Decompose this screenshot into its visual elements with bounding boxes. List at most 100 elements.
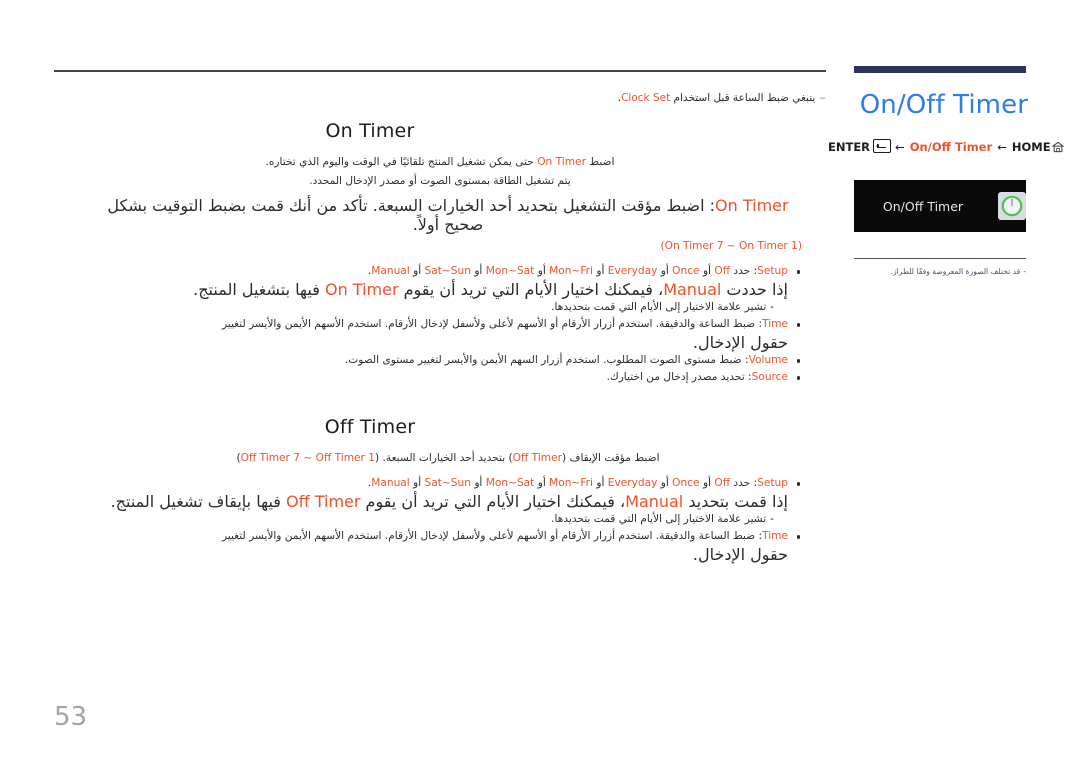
on-timer-para-term: On Timer [537, 156, 586, 168]
off-timer-bullet-setup: Setup: حدد Off أو Once أو Everyday أو Mo… [94, 475, 802, 492]
off-timer-range: Off Timer 7 ~ Off Timer 1 [240, 452, 376, 464]
on-timer-setup-sub-dash: - [770, 301, 774, 313]
osd-note-text: قد تختلف الصورة المعروضة وفقًا للطراز. [890, 267, 1021, 276]
on-timer-volume-term: Volume [748, 354, 788, 366]
off-timer-block: اضبط مؤقت الإيقاف (Off Timer) بتحديد أحد… [54, 450, 826, 564]
on-timer-source-term: Source [751, 371, 788, 383]
intro-note-before: ينبغي ضبط الساعة قبل استخدام [670, 92, 816, 104]
on-timer-source-text: : تحديد مصدر إدخال من اختيارك. [606, 371, 752, 383]
enter-key-icon [873, 139, 892, 153]
off-timer-setup-options-separator: أو [699, 477, 715, 489]
off-timer-setup-term: Setup [757, 477, 788, 489]
on-timer-setup-continuation: إذا حددت Manual، فيمكنك اختيار الأيام ال… [94, 280, 802, 299]
on-timer-time-line2: حقول الإدخال. [692, 333, 788, 352]
off-timer-setup-options-option: Once [672, 477, 700, 489]
on-timer-paragraph-1: اضبط On Timer حتى يمكن تشغيل المنتج تلقا… [54, 154, 826, 171]
on-timer-setup-cont-after: فيها بتشغيل المنتج. [193, 280, 325, 299]
on-timer-setup-options-separator: أو [534, 265, 550, 277]
off-timer-setup-cont-before: إذا قمت بتحديد [683, 492, 788, 511]
on-timer-setup-subbullet: -تشير علامة الاختيار إلى الأيام التي قمت… [94, 299, 802, 316]
off-timer-setup-options: Off أو Once أو Everyday أو Mon~Fri أو Mo… [371, 477, 730, 489]
on-timer-setup-sub-text: تشير علامة الاختيار إلى الأيام التي قمت … [551, 301, 767, 313]
on-timer-setup-options-option: Everyday [607, 265, 658, 277]
on-timer-setup-cont-term: Manual [663, 280, 722, 299]
power-timer-icon [998, 192, 1026, 220]
off-timer-setup-options-option: Everyday [607, 477, 658, 489]
breadcrumb: ENTER ← On/Off Timer ← HOME [828, 139, 1064, 154]
on-timer-setup-options-option: Sat~Sun [424, 265, 471, 277]
off-timer-setup-options-separator: أو [409, 477, 425, 489]
osd-divider [854, 258, 1026, 259]
off-timer-setup-continuation: إذا قمت بتحديد Manual، فيمكنك اختيار الأ… [94, 492, 802, 511]
home-icon [1051, 141, 1065, 153]
off-timer-time-term: Time [762, 530, 788, 542]
breadcrumb-current[interactable]: On/Off Timer [910, 140, 993, 154]
off-timer-setup-options-option: Sat~Sun [424, 477, 471, 489]
on-timer-time-text: : ضبط الساعة والدقيقة. استخدم أزرار الأر… [221, 318, 763, 330]
on-timer-setup-options-option: Once [672, 265, 700, 277]
on-timer-setup-options-separator: أو [657, 265, 673, 277]
main-content: ‒ينبغي ضبط الساعة قبل استخدام Clock Set.… [54, 90, 826, 564]
osd-note: -قد تختلف الصورة المعروضة وفقًا للطراز. [854, 266, 1026, 278]
off-timer-setup-options-option: Off [714, 477, 731, 489]
on-timer-setup-lead-text: : اضبط مؤقت التشغيل بتحديد أحد الخيارات … [107, 196, 716, 234]
intro-note-dash: ‒ [819, 92, 826, 104]
off-timer-setup-cont-term: Manual [625, 492, 684, 511]
off-timer-time-text: : ضبط الساعة والدقيقة. استخدم أزرار الأر… [221, 530, 763, 542]
right-column: On/Off Timer ENTER ← On/Off Timer ← HOME [828, 90, 1064, 154]
off-timer-setup-options-option: Mon~Fri [549, 477, 593, 489]
intro-note-term: Clock Set [621, 92, 671, 104]
on-timer-setup-cont-before: إذا حددت [721, 280, 788, 299]
on-timer-heading: On Timer [325, 120, 415, 142]
off-timer-setup-options-option: Manual [371, 477, 410, 489]
off-timer-lead-term: Off Timer [512, 452, 562, 464]
on-timer-para-before: اضبط [585, 156, 615, 168]
on-timer-setup-options-separator: أو [699, 265, 715, 277]
off-timer-setup-subbullet: -تشير علامة الاختيار إلى الأيام التي قمت… [94, 511, 802, 528]
breadcrumb-home-label: HOME [1011, 140, 1051, 154]
on-timer-paragraph-2: يتم تشغيل الطاقة بمستوى الصوت أو مصدر ال… [309, 175, 571, 187]
off-timer-setup-sub-dash: - [770, 513, 774, 525]
page-title: On/Off Timer [859, 90, 1028, 120]
osd-note-dash: - [1023, 267, 1026, 276]
header-rule-left [54, 70, 826, 72]
on-timer-volume-text: : ضبط مستوى الصوت المطلوب. استخدم أزرار … [344, 354, 749, 366]
on-timer-range: (On Timer 7 ~ On Timer 1) [660, 240, 803, 252]
off-timer-time-line2: حقول الإدخال. [692, 545, 788, 564]
off-timer-setup-cont-after: فيها بإيقاف تشغيل المنتج. [110, 492, 287, 511]
off-timer-setup-options-separator: أو [592, 477, 608, 489]
header-rule-right [854, 66, 1026, 73]
osd-menu-label: On/Off Timer [882, 198, 964, 214]
on-timer-para-after: حتى يمكن تشغيل المنتج تلقائيًا في الوقت … [265, 156, 538, 168]
off-timer-setup-cont-mid: ، فيمكنك اختيار الأيام التي تريد أن يقوم [360, 492, 626, 511]
page-number: 53 [54, 702, 88, 732]
on-timer-setup-term: Setup [757, 265, 788, 277]
on-timer-setup-cont-term2: On Timer [324, 280, 399, 299]
on-timer-setup-options-separator: أو [409, 265, 425, 277]
off-timer-lead: اضبط مؤقت الإيقاف (Off Timer) بتحديد أحد… [94, 450, 802, 467]
on-timer-time-term: Time [762, 318, 788, 330]
off-timer-lead-before: اضبط مؤقت الإيقاف ( [561, 452, 660, 464]
breadcrumb-arrow-1: ← [895, 140, 905, 154]
on-timer-setup-options-separator: أو [592, 265, 608, 277]
off-timer-heading: Off Timer [324, 416, 416, 438]
breadcrumb-arrow-2: ← [997, 140, 1007, 154]
on-timer-setup-text: : حدد [730, 265, 758, 277]
on-timer-block: On Timer : اضبط مؤقت التشغيل بتحديد أحد ا… [54, 196, 826, 386]
off-timer-bullet-time: Time: ضبط الساعة والدقيقة. استخدم أزرار … [94, 528, 802, 545]
on-timer-setup-options: Off أو Once أو Everyday أو Mon~Fri أو Mo… [371, 265, 730, 277]
osd-preview-panel: On/Off Timer [854, 180, 1026, 232]
off-timer-setup-text: : حدد [730, 477, 758, 489]
on-timer-setup-options-option: Mon~Sat [485, 265, 535, 277]
on-timer-bullet-setup: Setup: حدد Off أو Once أو Everyday أو Mo… [94, 263, 802, 280]
on-timer-setup-options-option: Off [714, 265, 731, 277]
off-timer-setup-options-option: Mon~Sat [485, 477, 535, 489]
off-timer-lead-mid: ) بتحديد أحد الخيارات السبعة. ( [375, 452, 513, 464]
off-timer-setup-options-separator: أو [657, 477, 673, 489]
on-timer-setup-options-separator: أو [470, 265, 486, 277]
on-timer-setup-cont-mid: ، فيمكنك اختيار الأيام التي تريد أن يقوم [398, 280, 664, 299]
on-timer-setup-options-option: Mon~Fri [549, 265, 593, 277]
off-timer-setup-options-separator: أو [534, 477, 550, 489]
on-timer-setup-lead: On Timer: اضبط مؤقت التشغيل بتحديد أحد ا… [94, 196, 802, 234]
intro-note: ‒ينبغي ضبط الساعة قبل استخدام Clock Set. [54, 90, 826, 106]
